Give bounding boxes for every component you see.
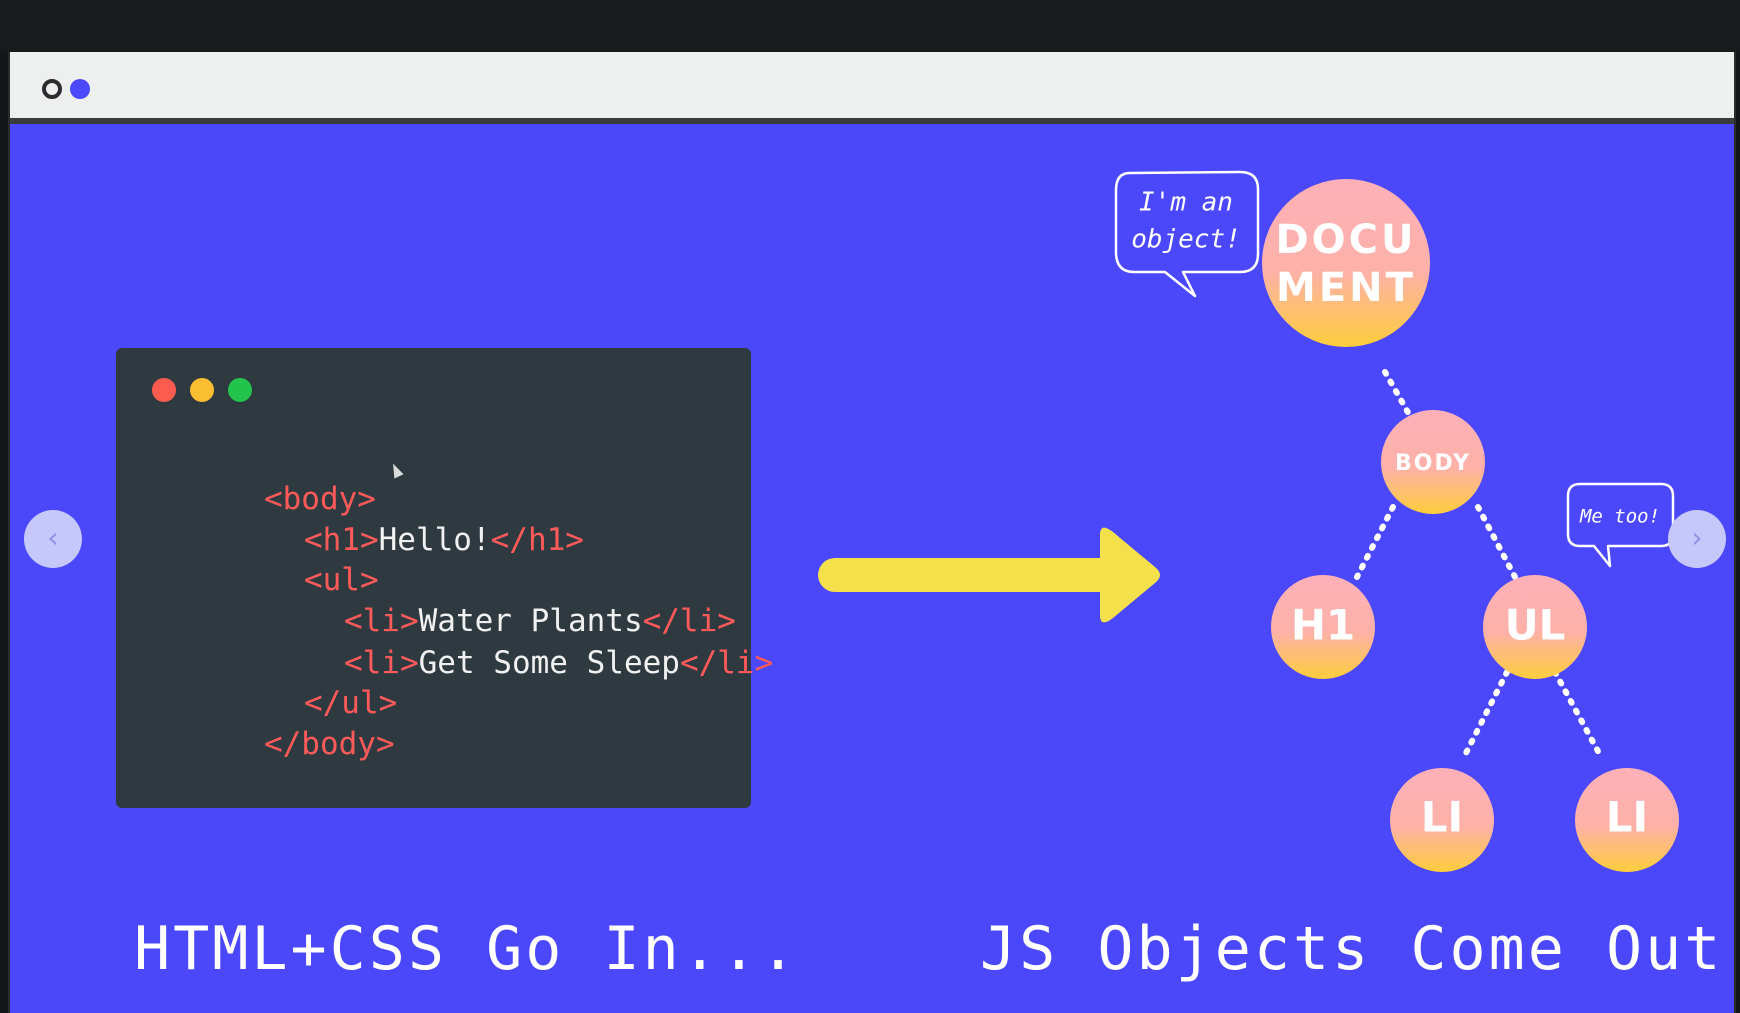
caption-html-css-go-in: HTML+CSS Go In... xyxy=(134,914,800,984)
speech-bubble-document: I'm an object! xyxy=(1114,170,1260,298)
caption-js-objects-come-out: JS Objects Come Out xyxy=(980,914,1724,984)
bubble-document-line-1: I'm an xyxy=(1139,188,1233,218)
slide-frame: <body> <h1>Hello!</h1> <ul> <li>Water Pl… xyxy=(8,52,1736,1013)
node-body: BODY xyxy=(1381,410,1485,514)
bubble-ul-text: Me too! xyxy=(1579,506,1660,528)
node-li-right-label: LI xyxy=(1606,793,1648,842)
node-body-label: BODY xyxy=(1395,451,1471,476)
node-li-left-label: LI xyxy=(1421,793,1463,842)
node-document: DOCU MENT xyxy=(1262,179,1430,347)
previous-slide-button[interactable]: ‹ xyxy=(24,510,82,568)
node-h1: H1 xyxy=(1271,575,1375,679)
node-li-left: LI xyxy=(1390,768,1494,872)
node-ul-label: UL xyxy=(1505,601,1566,650)
node-li-right: LI xyxy=(1575,768,1679,872)
node-document-label-2: MENT xyxy=(1276,265,1416,311)
node-h1-label: H1 xyxy=(1291,601,1355,650)
next-slide-button[interactable]: › xyxy=(1668,510,1726,568)
window-top-bar xyxy=(0,0,1740,52)
dom-tree-diagram: DOCU MENT BODY H1 UL LI LI I'm an object… xyxy=(1114,170,1679,872)
node-ul: UL xyxy=(1483,575,1587,679)
speech-bubble-ul: Me too! xyxy=(1566,482,1675,568)
node-document-label-1: DOCU xyxy=(1275,217,1416,263)
bubble-document-line-2: object! xyxy=(1131,225,1241,255)
